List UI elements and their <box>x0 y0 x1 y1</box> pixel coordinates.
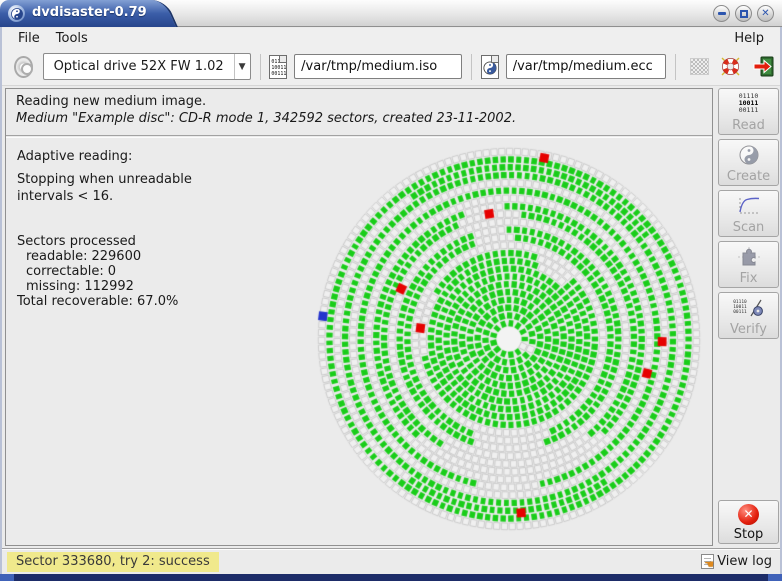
toolbar-separator <box>471 54 472 80</box>
puzzle-icon <box>719 242 778 271</box>
pointing-hand-icon: ☚ <box>704 558 717 571</box>
yin-yang-icon <box>719 140 778 169</box>
window-border-bottom <box>0 574 782 581</box>
speed-curve-icon <box>719 191 778 220</box>
sectors-processed: Sectors processed readable:229600 correc… <box>17 234 287 309</box>
preferences-icon-disabled <box>690 58 709 75</box>
binary-check-icon: 011101001100111 <box>719 293 778 322</box>
menu-tools[interactable]: Tools <box>48 30 96 47</box>
help-lifebelt-icon <box>719 55 742 78</box>
info-stopping-line2: intervals < 16. <box>17 188 287 205</box>
menu-help[interactable]: Help <box>726 30 772 47</box>
yin-yang-icon <box>11 8 23 20</box>
maximize-icon: □ <box>740 10 748 18</box>
statusbar: Sector 333680, try 2: success ☚ View log <box>2 548 780 574</box>
status-message: Sector 333680, try 2: success <box>7 552 219 572</box>
separator <box>6 135 712 138</box>
reading-info-panel: Adaptive reading: Stopping when unreadab… <box>17 149 287 309</box>
cd-drive-icon <box>14 56 33 78</box>
log-document-icon: ☚ <box>701 554 714 569</box>
titlebar: dvdisaster-0.79 − □ ✕ <box>0 0 782 27</box>
help-button[interactable] <box>719 55 742 79</box>
stop-button[interactable]: ✕ Stop <box>718 500 779 544</box>
menubar: File Tools Help <box>2 28 780 48</box>
status-message-panel: Reading new medium image. Medium "Exampl… <box>6 89 712 132</box>
info-stopping-line1: Stopping when unreadable <box>17 171 287 188</box>
window-border-left <box>0 27 2 574</box>
toolbar: Optical drive 52X FW 1.02 ▼ 011100110011… <box>2 48 780 86</box>
sectors-total: Total recoverable: 67.0% <box>17 294 287 309</box>
window-title: dvdisaster-0.79 <box>32 5 147 20</box>
drive-select-value: Optical drive 52X FW 1.02 <box>44 59 234 74</box>
image-file-input[interactable] <box>294 54 462 79</box>
drive-select[interactable]: Optical drive 52X FW 1.02 ▼ <box>43 53 251 80</box>
quit-icon <box>752 55 775 78</box>
create-button[interactable]: Create <box>718 139 779 186</box>
app-icon <box>8 5 25 22</box>
info-heading: Adaptive reading: <box>17 149 287 164</box>
sectors-row-correctable: correctable:0 <box>17 264 287 279</box>
maximize-button[interactable]: □ <box>735 5 752 22</box>
sectors-title: Sectors processed <box>17 234 287 249</box>
sectors-row-missing: missing:112992 <box>17 279 287 294</box>
ecc-file-icon <box>481 55 499 79</box>
chevron-down-icon[interactable]: ▼ <box>234 54 250 79</box>
minimize-button[interactable]: − <box>713 5 730 22</box>
status-message-line2: Medium "Example disc": CD-R mode 1, 3425… <box>16 110 702 127</box>
close-button[interactable]: ✕ <box>757 5 774 22</box>
ecc-file-input[interactable] <box>506 54 666 79</box>
verify-button[interactable]: 011101001100111 Verify <box>718 292 779 339</box>
view-log-button[interactable]: ☚ View log <box>701 554 772 569</box>
action-sidebar: 011101001100111 Read Create Scan <box>718 88 779 546</box>
fix-button[interactable]: Fix <box>718 241 779 288</box>
toolbar-separator <box>675 54 676 80</box>
status-message-line1: Reading new medium image. <box>16 93 702 110</box>
menu-file[interactable]: File <box>10 30 48 47</box>
close-icon: ✕ <box>761 9 769 19</box>
quit-button[interactable] <box>752 55 775 79</box>
preferences-button-disabled[interactable] <box>690 55 709 79</box>
main-panel: Reading new medium image. Medium "Exampl… <box>5 88 713 546</box>
disc-spiral-visualization <box>309 139 709 539</box>
sectors-row-readable: readable:229600 <box>17 249 287 264</box>
read-button[interactable]: 011101001100111 Read <box>718 88 779 135</box>
toolbar-separator <box>260 54 261 80</box>
stop-x-icon: ✕ <box>738 504 759 525</box>
iso-file-icon: 0111001100111 <box>269 55 287 79</box>
yin-yang-icon <box>483 61 497 75</box>
minimize-icon: − <box>718 12 726 15</box>
binary-sector-icon: 011101001100111 <box>739 93 759 114</box>
view-log-label: View log <box>717 554 772 569</box>
scan-button[interactable]: Scan <box>718 190 779 237</box>
